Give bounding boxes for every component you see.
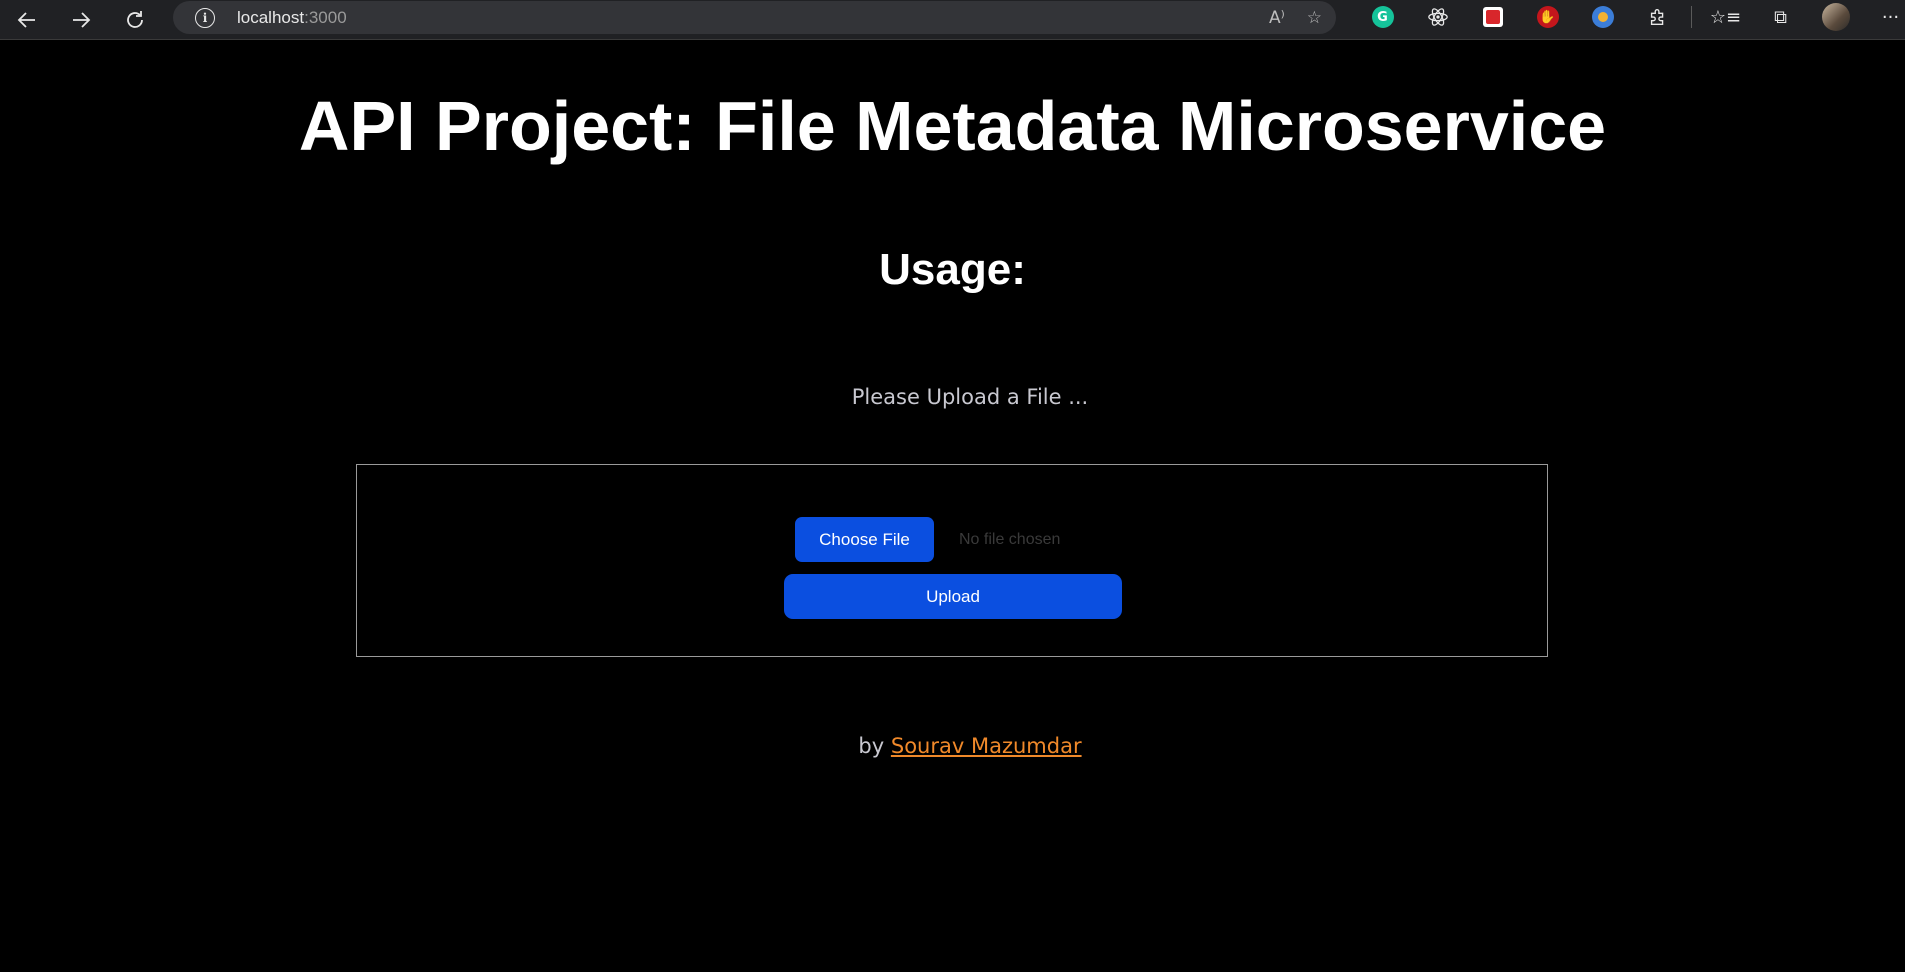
extensions-button[interactable] — [1630, 0, 1685, 34]
grammarly-extension[interactable]: G — [1355, 0, 1410, 34]
toolbar-separator — [1691, 6, 1692, 28]
profile-button[interactable] — [1808, 0, 1863, 34]
upload-prompt: Please Upload a File ... — [851, 385, 1089, 409]
refresh-icon — [127, 10, 143, 28]
collections-button[interactable]: ⧉ — [1753, 0, 1808, 34]
globe-extension[interactable] — [1575, 0, 1630, 34]
grammarly-icon: G — [1371, 6, 1394, 28]
favorites-icon: ☆≡ — [1709, 6, 1742, 28]
forward-button[interactable] — [54, 0, 108, 40]
author-link[interactable]: Sourav Mazumdar — [891, 734, 1082, 758]
more-menu-button[interactable]: ··· — [1863, 0, 1905, 34]
hand-extension[interactable]: ✋ — [1520, 0, 1575, 34]
usage-heading: Usage: — [879, 245, 1026, 294]
info-icon[interactable]: i — [195, 7, 215, 28]
footer: by Sourav Mazumdar — [0, 734, 1905, 758]
react-devtools-extension[interactable] — [1410, 0, 1465, 34]
read-aloud-icon[interactable]: A⁾ — [1269, 8, 1285, 28]
refresh-button[interactable] — [108, 0, 162, 40]
address-bar-actions: A⁾ ☆ — [1269, 1, 1322, 34]
extensions-bar: G ✋ ☆≡ ⧉ ··· — [1355, 0, 1905, 34]
page-title: API Project: File Metadata Microservice — [298, 87, 1607, 165]
extensions-puzzle-icon — [1650, 9, 1663, 26]
url-port: :3000 — [304, 7, 347, 27]
forward-arrow-icon — [73, 11, 91, 28]
favorites-button[interactable]: ☆≡ — [1698, 0, 1753, 34]
collections-icon: ⧉ — [1774, 6, 1787, 28]
extension-globe-icon — [1591, 6, 1614, 28]
browser-toolbar: i localhost:3000 A⁾ ☆ G ✋ ☆≡ ⧉ ··· — [0, 0, 1905, 40]
url-host: localhost — [237, 7, 305, 27]
file-input: Choose File No file chosen — [795, 517, 1060, 562]
extension-red-icon — [1482, 7, 1503, 27]
react-devtools-icon — [1427, 8, 1448, 26]
address-bar[interactable]: i localhost:3000 A⁾ ☆ — [173, 1, 1336, 34]
profile-avatar — [1821, 3, 1850, 31]
extension-hand-icon: ✋ — [1536, 6, 1559, 28]
add-favorite-icon[interactable]: ☆ — [1307, 8, 1322, 28]
footer-prefix: by — [858, 734, 885, 758]
upload-button[interactable]: Upload — [784, 574, 1122, 619]
back-arrow-icon — [17, 11, 35, 28]
red-extension[interactable] — [1465, 0, 1520, 34]
file-status-text: No file chosen — [959, 530, 1061, 548]
upload-form: Choose File No file chosen Upload — [356, 464, 1548, 657]
url-text: localhost:3000 — [237, 8, 347, 28]
choose-file-button[interactable]: Choose File — [795, 517, 934, 562]
more-menu-icon: ··· — [1881, 6, 1900, 28]
back-button[interactable] — [0, 0, 54, 40]
